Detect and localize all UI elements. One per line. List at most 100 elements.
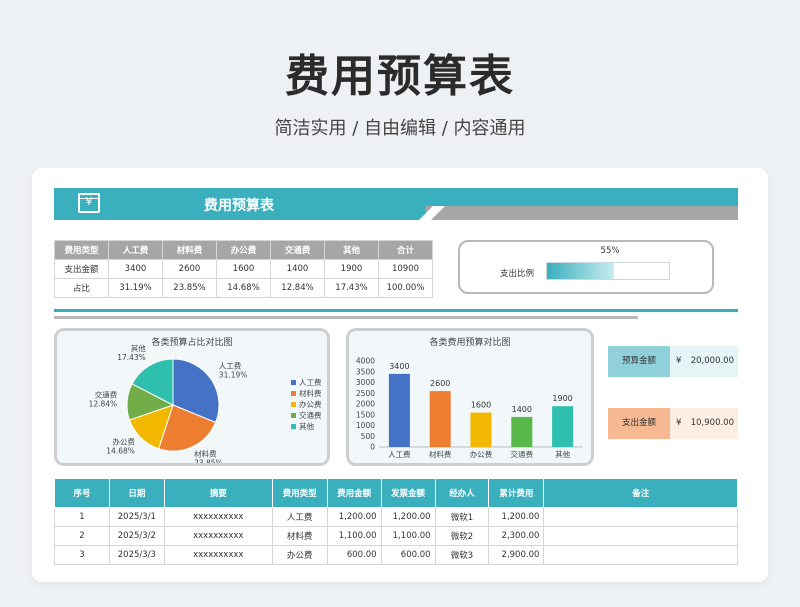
detail-cell[interactable]: 2,300.00 [488,526,545,546]
summary-cell[interactable]: 23.85% [162,278,217,298]
y-tick-label: 3500 [356,367,375,376]
pie-value-label: 17.43% [117,353,146,362]
legend-swatch [291,402,296,407]
budget-amount-value: 20,000.00 [690,356,734,366]
bar[interactable] [429,391,451,447]
summary-cell[interactable]: 1400 [270,259,325,279]
detail-header-cell[interactable]: 经办人 [434,478,490,508]
pie-category-label: 办公费 [112,437,135,447]
bar-chart: 050010001500200025003000350040003400人工费2… [356,357,583,459]
detail-cell[interactable]: 微软1 [434,507,490,527]
detail-header-cell[interactable]: 备注 [543,478,738,508]
summary-cell[interactable]: 2600 [162,259,217,279]
summary-cell[interactable]: 31.19% [108,278,163,298]
legend-label: 交通费 [299,410,322,420]
spend-ratio-label: 支出比例 [500,269,535,279]
budget-amount-box: 预算金额 ¥ 20,000.00 [608,346,738,377]
bar-value-label: 1900 [552,394,572,403]
summary-header-cell[interactable]: 交通费 [270,240,325,260]
summary-cell[interactable]: 17.43% [324,278,379,298]
detail-cell[interactable] [543,526,738,546]
detail-cell[interactable]: 微软2 [434,526,490,546]
detail-cell[interactable]: 1,200.00 [488,507,545,527]
detail-cell[interactable]: 微软3 [434,545,490,565]
x-tick-label: 办公费 [470,449,493,459]
detail-cell[interactable]: 2025/3/2 [108,526,165,546]
summary-header-cell[interactable]: 其他 [324,240,379,260]
detail-cell[interactable]: xxxxxxxxxx [163,526,273,546]
detail-cell[interactable]: xxxxxxxxxx [163,507,273,527]
pie-value-label: 31.19% [219,371,248,380]
spent-amount-value: 10,900.00 [690,418,734,428]
detail-cell[interactable]: 1,200.00 [380,507,436,527]
legend-swatch [291,424,296,429]
summary-cell[interactable]: 1900 [324,259,379,279]
summary-cell[interactable]: 3400 [108,259,163,279]
spend-ratio-percent: 55% [600,246,620,256]
bar[interactable] [552,406,574,447]
summary-header-cell[interactable]: 人工费 [108,240,163,260]
x-tick-label: 交通费 [511,449,534,459]
summary-header-cell[interactable]: 办公费 [216,240,271,260]
summary-cell[interactable]: 14.68% [216,278,271,298]
summary-header-cell[interactable]: 费用类型 [54,240,109,260]
bar[interactable] [470,412,492,447]
detail-cell[interactable]: 2,900.00 [488,545,545,565]
sheet-header-bar: ¥ 费用预算表 [54,188,738,220]
detail-cell[interactable]: 600.00 [326,545,382,565]
y-tick-label: 1000 [356,421,375,430]
detail-cell[interactable]: 1 [54,507,110,527]
divider [54,309,738,312]
detail-cell[interactable] [543,507,738,527]
detail-header-cell[interactable]: 费用金额 [326,478,382,508]
spent-amount-value-cell[interactable]: ¥ 10,900.00 [670,408,738,439]
summary-header-cell[interactable]: 合计 [378,240,433,260]
detail-cell[interactable]: 2025/3/1 [108,507,165,527]
currency-symbol: ¥ [676,356,682,366]
y-tick-label: 2500 [356,389,375,398]
pie-chart-panel: 各类预算占比对比图 人工费 31.19% 材料费 23.85% 办公费 14.68% 交通费… [54,328,330,466]
pie-category-label: 人工费 [219,361,242,371]
summary-cell[interactable]: 1600 [216,259,271,279]
summary-header-row: 费用类型 人工费 材料费 办公费 交通费 其他 合计 [54,240,433,260]
detail-cell[interactable]: 1,100.00 [326,526,382,546]
detail-cell[interactable]: 1,100.00 [380,526,436,546]
detail-header-cell[interactable]: 序号 [54,478,110,508]
detail-header-cell[interactable]: 发票金额 [380,478,436,508]
summary-cell[interactable]: 100.00% [378,278,433,298]
detail-cell[interactable]: 3 [54,545,110,565]
detail-cell[interactable]: 人工费 [271,507,328,527]
summary-cell[interactable]: 占比 [54,278,109,298]
summary-header-cell[interactable]: 材料费 [162,240,217,260]
detail-header-cell[interactable]: 累计费用 [488,478,545,508]
table-row: 2 2025/3/2 xxxxxxxxxx 材料费 1,100.00 1,100… [54,526,738,546]
summary-table: 费用类型 人工费 材料费 办公费 交通费 其他 合计 支出金额 3400 260… [54,240,433,298]
budget-sheet-card: ¥ 费用预算表 费用类型 人工费 材料费 办公费 交通费 其他 合计 支出金额 … [32,168,768,582]
detail-cell[interactable]: 材料费 [271,526,328,546]
budget-amount-value-cell[interactable]: ¥ 20,000.00 [670,346,738,377]
detail-header-cell[interactable]: 费用类型 [271,478,328,508]
pie-chart: 人工费31.19%材料费23.85%办公费14.68%交通费12.84%其他17… [89,343,322,463]
summary-cell[interactable]: 10900 [378,259,433,279]
bar-value-label: 1400 [512,405,532,414]
detail-cell[interactable]: xxxxxxxxxx [163,545,273,565]
bar[interactable] [511,416,533,447]
currency-symbol: ¥ [676,418,682,428]
detail-cell[interactable]: 600.00 [380,545,436,565]
detail-cell[interactable] [543,545,738,565]
detail-cell[interactable]: 2 [54,526,110,546]
detail-cell[interactable]: 1,200.00 [326,507,382,527]
y-tick-label: 500 [361,432,376,441]
bar[interactable] [388,373,410,447]
summary-cell[interactable]: 12.84% [270,278,325,298]
bar-value-label: 1600 [471,401,491,410]
detail-cell[interactable]: 办公费 [271,545,328,565]
detail-header-cell[interactable]: 日期 [108,478,165,508]
summary-row-ratio: 占比 31.19% 23.85% 14.68% 12.84% 17.43% 10… [54,278,433,298]
legend-label: 人工费 [299,377,322,387]
y-tick-label: 2000 [356,400,375,409]
summary-row-amount: 支出金额 3400 2600 1600 1400 1900 10900 [54,259,433,279]
detail-cell[interactable]: 2025/3/3 [108,545,165,565]
detail-header-cell[interactable]: 摘要 [163,478,273,508]
summary-cell[interactable]: 支出金额 [54,259,109,279]
